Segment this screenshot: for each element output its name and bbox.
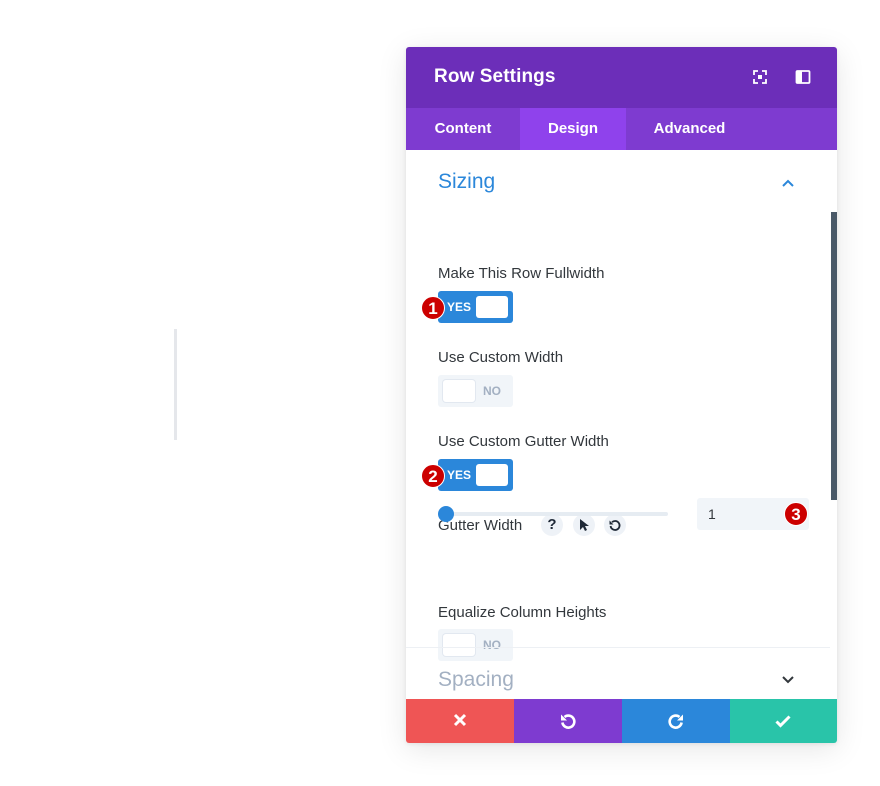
- help-icon[interactable]: ?: [541, 514, 563, 536]
- gutter-slider-handle[interactable]: [438, 506, 454, 522]
- background-divider: [174, 329, 177, 440]
- modal-title: Row Settings: [434, 66, 556, 87]
- tab-design[interactable]: Design: [520, 108, 626, 150]
- chevron-up-icon[interactable]: [780, 175, 796, 191]
- equalize-toggle[interactable]: NO: [438, 629, 513, 661]
- toggle-knob: [443, 634, 475, 656]
- cancel-button[interactable]: [406, 699, 514, 743]
- undo-button[interactable]: [514, 699, 622, 743]
- custom-width-toggle[interactable]: NO: [438, 375, 513, 407]
- tab-content[interactable]: Content: [406, 108, 520, 150]
- toggle-knob: [443, 380, 475, 402]
- spacing-section-title[interactable]: Spacing: [438, 668, 514, 692]
- sidebar-toggle-icon[interactable]: [794, 68, 812, 86]
- custom-gutter-label: Use Custom Gutter Width: [438, 433, 609, 450]
- custom-width-label: Use Custom Width: [438, 349, 564, 366]
- tab-advanced[interactable]: Advanced: [626, 108, 753, 150]
- row-settings-modal: Row Settings Content Design Advanced Siz…: [406, 47, 837, 743]
- redo-icon: [668, 714, 683, 729]
- equalize-label: Equalize Column Heights: [438, 604, 607, 621]
- cursor-icon[interactable]: [573, 514, 595, 536]
- annotation-badge-2: 2: [421, 464, 445, 488]
- toggle-no-label: NO: [483, 384, 501, 398]
- modal-footer: [406, 699, 837, 743]
- toggle-knob: [476, 464, 508, 486]
- modal-header: Row Settings: [406, 47, 837, 108]
- chevron-down-icon[interactable]: [780, 672, 796, 688]
- custom-gutter-toggle[interactable]: YES: [438, 459, 513, 491]
- settings-body: Sizing Make This Row Fullwidth YES 1 Use…: [406, 150, 837, 699]
- gutter-slider-track[interactable]: [446, 512, 668, 516]
- toggle-no-label: NO: [483, 638, 501, 652]
- save-button[interactable]: [730, 699, 837, 743]
- scrollbar[interactable]: [831, 212, 837, 500]
- toggle-knob: [476, 296, 508, 318]
- toggle-yes-label: YES: [447, 468, 472, 482]
- tab-bar: Content Design Advanced: [406, 108, 837, 150]
- reset-icon[interactable]: [604, 514, 626, 536]
- annotation-badge-3: 3: [784, 502, 808, 526]
- fullwidth-label: Make This Row Fullwidth: [438, 265, 605, 282]
- check-icon: [775, 715, 791, 728]
- sizing-section-title[interactable]: Sizing: [438, 170, 495, 194]
- undo-icon: [561, 714, 576, 729]
- fullwidth-toggle[interactable]: YES: [438, 291, 513, 323]
- close-icon: [453, 713, 467, 727]
- redo-button[interactable]: [622, 699, 730, 743]
- fullscreen-icon[interactable]: [751, 68, 769, 86]
- section-divider: [406, 647, 830, 648]
- annotation-badge-1: 1: [421, 296, 445, 320]
- toggle-yes-label: YES: [447, 300, 472, 314]
